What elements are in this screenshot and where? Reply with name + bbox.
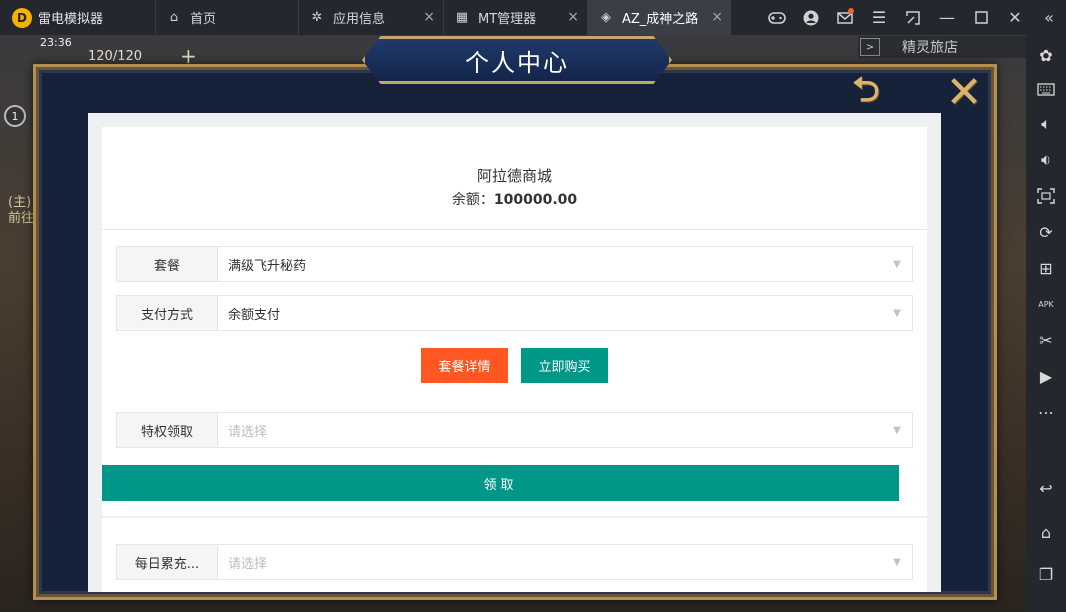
minimize-icon[interactable]: — bbox=[930, 0, 964, 35]
minimize-to-tray-icon[interactable] bbox=[896, 0, 930, 35]
settings-icon[interactable]: ✿ bbox=[1026, 40, 1066, 70]
gear-icon: ✲ bbox=[311, 10, 323, 25]
recent-apps-icon[interactable]: ❐ bbox=[1026, 559, 1066, 589]
chevron-down-icon[interactable]: ▼ bbox=[882, 413, 912, 447]
payment-select[interactable]: 支付方式 余额支付 ▼ bbox=[116, 295, 913, 331]
volume-up-icon[interactable]: 🔈︎ bbox=[1026, 109, 1066, 139]
mail-icon[interactable] bbox=[828, 0, 862, 35]
emulator-sidebar: ✿ 🔈︎ 🔉︎ ⟳ ⊞ APK ✂ ▶ ⋯ ↩ ⌂ ❐ bbox=[1026, 35, 1066, 612]
screenshot-icon[interactable] bbox=[1026, 181, 1066, 211]
payment-label: 支付方式 bbox=[117, 296, 218, 330]
package-select[interactable]: 套餐 满级飞升秘药 ▼ bbox=[116, 246, 913, 282]
package-detail-button[interactable]: 套餐详情 bbox=[421, 348, 508, 383]
user-icon[interactable] bbox=[794, 0, 828, 35]
payment-value[interactable]: 余额支付 bbox=[218, 296, 882, 330]
location-banner: > 精灵旅店 bbox=[858, 36, 1026, 58]
tab-az-game[interactable]: ◈ AZ_成神之路 × bbox=[587, 0, 731, 35]
game-clock: 23:36 bbox=[40, 36, 72, 49]
balance-label: 余额： bbox=[451, 192, 494, 208]
home-icon: ⌂ bbox=[169, 10, 179, 25]
tab-label: 首页 bbox=[190, 12, 217, 27]
app-logo-icon: D bbox=[12, 7, 32, 28]
package-label: 套餐 bbox=[117, 247, 218, 281]
rotate-icon[interactable]: ⟳ bbox=[1026, 217, 1066, 247]
tab-mt-manager[interactable]: ▦ MT管理器 × bbox=[443, 0, 587, 35]
chevron-down-icon[interactable]: ▼ bbox=[882, 247, 912, 281]
tab-close-icon[interactable]: × bbox=[423, 9, 435, 25]
chevron-down-icon[interactable]: ▼ bbox=[882, 545, 912, 579]
app-brand: D 雷电模拟器 bbox=[0, 0, 155, 35]
package-value[interactable]: 满级飞升秘药 bbox=[218, 247, 882, 281]
quest-hint: (主) 前往 bbox=[8, 195, 34, 227]
gamepad-icon[interactable] bbox=[760, 0, 794, 35]
back-icon[interactable]: ↩ bbox=[1026, 473, 1066, 503]
panel-title: 个人中心 bbox=[465, 48, 569, 77]
claim-button[interactable]: 领取 bbox=[102, 465, 899, 501]
app-name: 雷电模拟器 bbox=[38, 12, 104, 27]
player-level: 1 bbox=[4, 105, 26, 127]
daily-recharge-placeholder[interactable]: 请选择 bbox=[218, 545, 882, 579]
tab-close-icon[interactable]: × bbox=[711, 9, 723, 25]
keyboard-icon[interactable] bbox=[1026, 74, 1066, 104]
menu-icon[interactable]: ☰ bbox=[862, 0, 896, 35]
daily-recharge-card: 每日累充... 请选择 ▼ bbox=[102, 518, 927, 592]
shop-webview: 阿拉德商城 余额：100000.00 套餐 满级飞升秘药 ▼ 支付方式 余额支付… bbox=[88, 113, 941, 592]
title-bar: D 雷电模拟器 ⌂ 首页 ✲ 应用信息 × ▦ MT管理器 × ◈ AZ_成神之… bbox=[0, 0, 1066, 35]
tab-label: MT管理器 bbox=[478, 12, 537, 27]
tab-label: 应用信息 bbox=[333, 12, 386, 27]
panel-title-plate: 个人中心 bbox=[362, 36, 672, 84]
chevron-down-icon[interactable]: ▼ bbox=[882, 296, 912, 330]
banner-arrow-icon[interactable]: > bbox=[860, 38, 880, 56]
collapse-icon[interactable]: « bbox=[1032, 0, 1066, 35]
back-button-icon[interactable]: ⮌ bbox=[838, 70, 894, 112]
balance-row: 余额：100000.00 bbox=[102, 189, 927, 209]
tab-app-info[interactable]: ✲ 应用信息 × bbox=[298, 0, 443, 35]
energy-counter: 120/120 bbox=[88, 49, 143, 64]
add-window-icon[interactable]: ⊞ bbox=[1026, 253, 1066, 283]
divider bbox=[102, 229, 927, 230]
maximize-icon[interactable] bbox=[964, 0, 998, 35]
home-icon[interactable]: ⌂ bbox=[1026, 517, 1066, 547]
daily-recharge-select[interactable]: 每日累充... 请选择 ▼ bbox=[116, 544, 913, 580]
close-panel-icon[interactable]: ✕ bbox=[942, 67, 986, 118]
balance-value: 100000.00 bbox=[493, 192, 578, 208]
quest-hint-line-2: 前往 bbox=[8, 211, 35, 226]
video-icon[interactable]: ▶ bbox=[1026, 361, 1066, 391]
app-icon: ▦ bbox=[455, 10, 469, 25]
privilege-label: 特权领取 bbox=[117, 413, 218, 447]
quest-hint-line-1: (主) bbox=[8, 195, 32, 210]
notification-dot bbox=[848, 8, 854, 14]
buy-now-button[interactable]: 立即购买 bbox=[521, 348, 608, 383]
more-icon[interactable]: ⋯ bbox=[1026, 397, 1066, 427]
tab-home[interactable]: ⌂ 首页 bbox=[155, 0, 298, 35]
scissors-icon[interactable]: ✂ bbox=[1026, 325, 1066, 355]
game-icon: ◈ bbox=[601, 10, 611, 25]
privilege-placeholder[interactable]: 请选择 bbox=[218, 413, 882, 447]
privilege-select[interactable]: 特权领取 请选择 ▼ bbox=[116, 412, 913, 448]
daily-recharge-label: 每日累充... bbox=[117, 545, 218, 579]
apk-icon[interactable]: APK bbox=[1026, 289, 1066, 319]
tab-close-icon[interactable]: × bbox=[567, 9, 579, 25]
close-icon[interactable]: ✕ bbox=[998, 0, 1032, 35]
shop-name: 阿拉德商城 bbox=[476, 167, 552, 185]
window-actions: ☰ — ✕ « bbox=[760, 0, 1066, 35]
banner-label: 精灵旅店 bbox=[902, 40, 958, 56]
volume-down-icon[interactable]: 🔉︎ bbox=[1026, 145, 1066, 175]
tab-label: AZ_成神之路 bbox=[622, 12, 699, 27]
